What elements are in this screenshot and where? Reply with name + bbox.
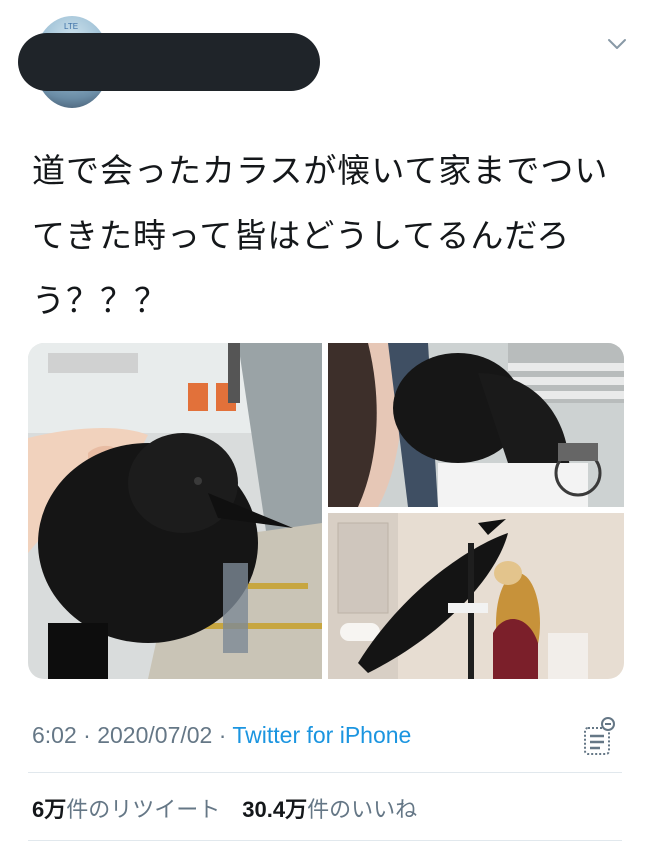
likes-label: 件のいいね	[307, 797, 418, 822]
likes-count: 30.4万	[242, 797, 308, 822]
divider-top	[28, 772, 622, 773]
tweet-meta: 6:02 · 2020/07/02 · Twitter for iPhone	[32, 722, 411, 749]
tweet-time: 6:02	[32, 722, 77, 748]
redacted-user-name	[18, 33, 320, 91]
avatar-corner-text: LTE	[64, 22, 79, 31]
likes-stat[interactable]: 30.4万件のいいね	[242, 797, 417, 822]
analytics-icon[interactable]	[582, 716, 616, 756]
retweets-stat[interactable]: 6万件のリツイート	[32, 797, 220, 822]
divider-bottom	[28, 840, 622, 841]
retweets-count: 6万	[32, 797, 67, 822]
retweets-label: 件のリツイート	[66, 797, 221, 822]
media-grid	[28, 343, 624, 679]
photo-crow-on-hand[interactable]	[28, 343, 322, 679]
engagement-stats: 6万件のリツイート 30.4万件のいいね	[32, 792, 417, 824]
photo-crow-on-shoulder[interactable]	[328, 343, 624, 507]
meta-separator: ·	[83, 722, 98, 748]
photo-crow-perched-indoors[interactable]	[328, 513, 624, 679]
tweet-text: 道で会ったカラスが懐いて家までついてきた時って皆はどうしてるんだろう？？？	[32, 151, 609, 320]
tweet-date: 2020/07/02	[97, 722, 213, 748]
chevron-down-icon[interactable]	[606, 36, 628, 52]
tweet-source-link[interactable]: Twitter for iPhone	[232, 722, 411, 748]
meta-separator: ·	[218, 722, 233, 748]
